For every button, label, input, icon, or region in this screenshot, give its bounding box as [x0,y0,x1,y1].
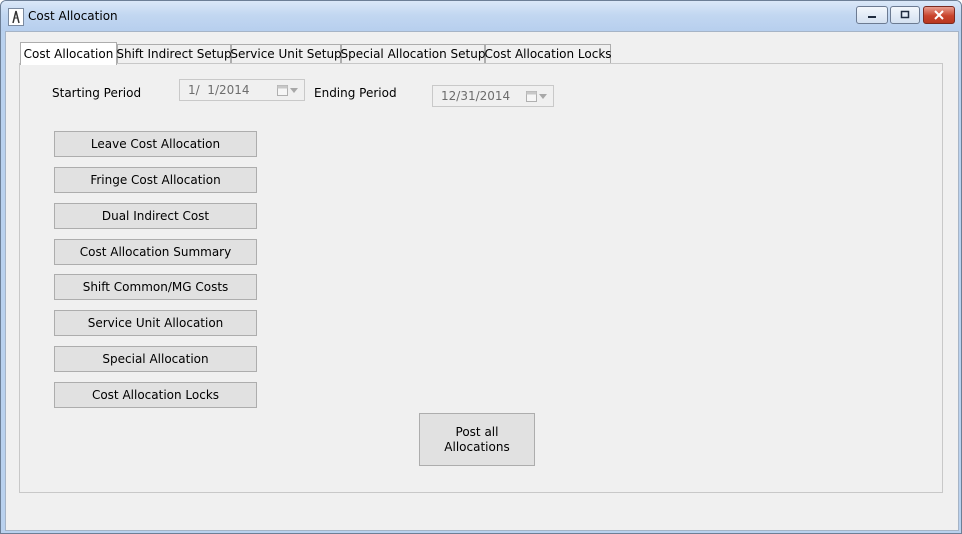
chevron-down-icon[interactable] [290,88,298,93]
tab-special-allocation-setup[interactable]: Special Allocation Setup [341,44,485,63]
starting-period-label: Starting Period [52,86,142,100]
starting-period-picker[interactable]: 1/ 1/2014 [179,79,305,101]
tab-cost-allocation-locks[interactable]: Cost Allocation Locks [484,44,612,63]
tab-service-unit-setup[interactable]: Service Unit Setup [230,44,342,63]
dual-indirect-cost-button[interactable]: Dual Indirect Cost [54,203,257,229]
cost-allocation-summary-button[interactable]: Cost Allocation Summary [54,239,257,265]
window-title: Cost Allocation [28,9,118,23]
ending-period-picker[interactable]: 12/31/2014 [432,85,554,107]
app-window: Cost Allocation Cost Allocation Shift In… [0,0,962,534]
special-allocation-button[interactable]: Special Allocation [54,346,257,372]
fringe-cost-allocation-button[interactable]: Fringe Cost Allocation [54,167,257,193]
calendar-icon [526,91,537,102]
post-all-allocations-button[interactable]: Post all Allocations [419,413,535,466]
minimize-button[interactable] [856,6,888,24]
shift-common-mg-costs-button[interactable]: Shift Common/MG Costs [54,274,257,300]
leave-cost-allocation-button[interactable]: Leave Cost Allocation [54,131,257,157]
maximize-button[interactable] [890,6,920,24]
cost-allocation-locks-button[interactable]: Cost Allocation Locks [54,382,257,408]
title-bar[interactable]: Cost Allocation [1,1,961,31]
ending-period-label: Ending Period [314,86,397,100]
tab-panel-cost-allocation: Starting Period 1/ 1/2014 Ending Period … [19,63,943,493]
close-button[interactable] [923,6,955,24]
tab-shift-indirect-setup[interactable]: Shift Indirect Setup [116,44,232,63]
app-icon[interactable] [8,8,24,26]
maximize-icon [900,10,910,19]
chevron-down-icon[interactable] [539,94,547,99]
service-unit-allocation-button[interactable]: Service Unit Allocation [54,310,257,336]
post-button-line2: Allocations [444,439,510,454]
tab-cost-allocation[interactable]: Cost Allocation [20,42,117,65]
calendar-icon [277,85,288,96]
ending-period-value: 12/31/2014 [441,89,511,103]
starting-period-value: 1/ 1/2014 [188,83,250,97]
post-button-line1: Post all [455,424,499,439]
client-area: Cost Allocation Shift Indirect Setup Ser… [5,31,959,531]
close-icon [934,10,944,20]
minimize-icon [868,16,876,18]
